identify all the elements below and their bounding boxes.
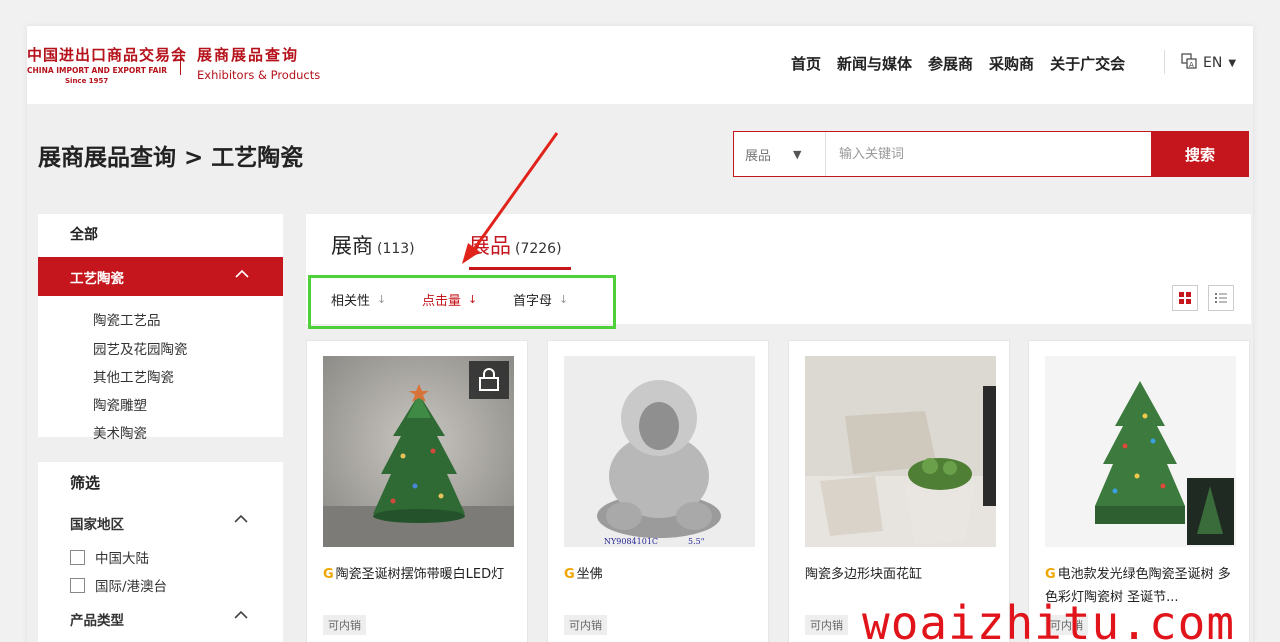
annotation-arrow: [462, 132, 559, 264]
watermark: woaizhitu.com: [862, 596, 1236, 642]
